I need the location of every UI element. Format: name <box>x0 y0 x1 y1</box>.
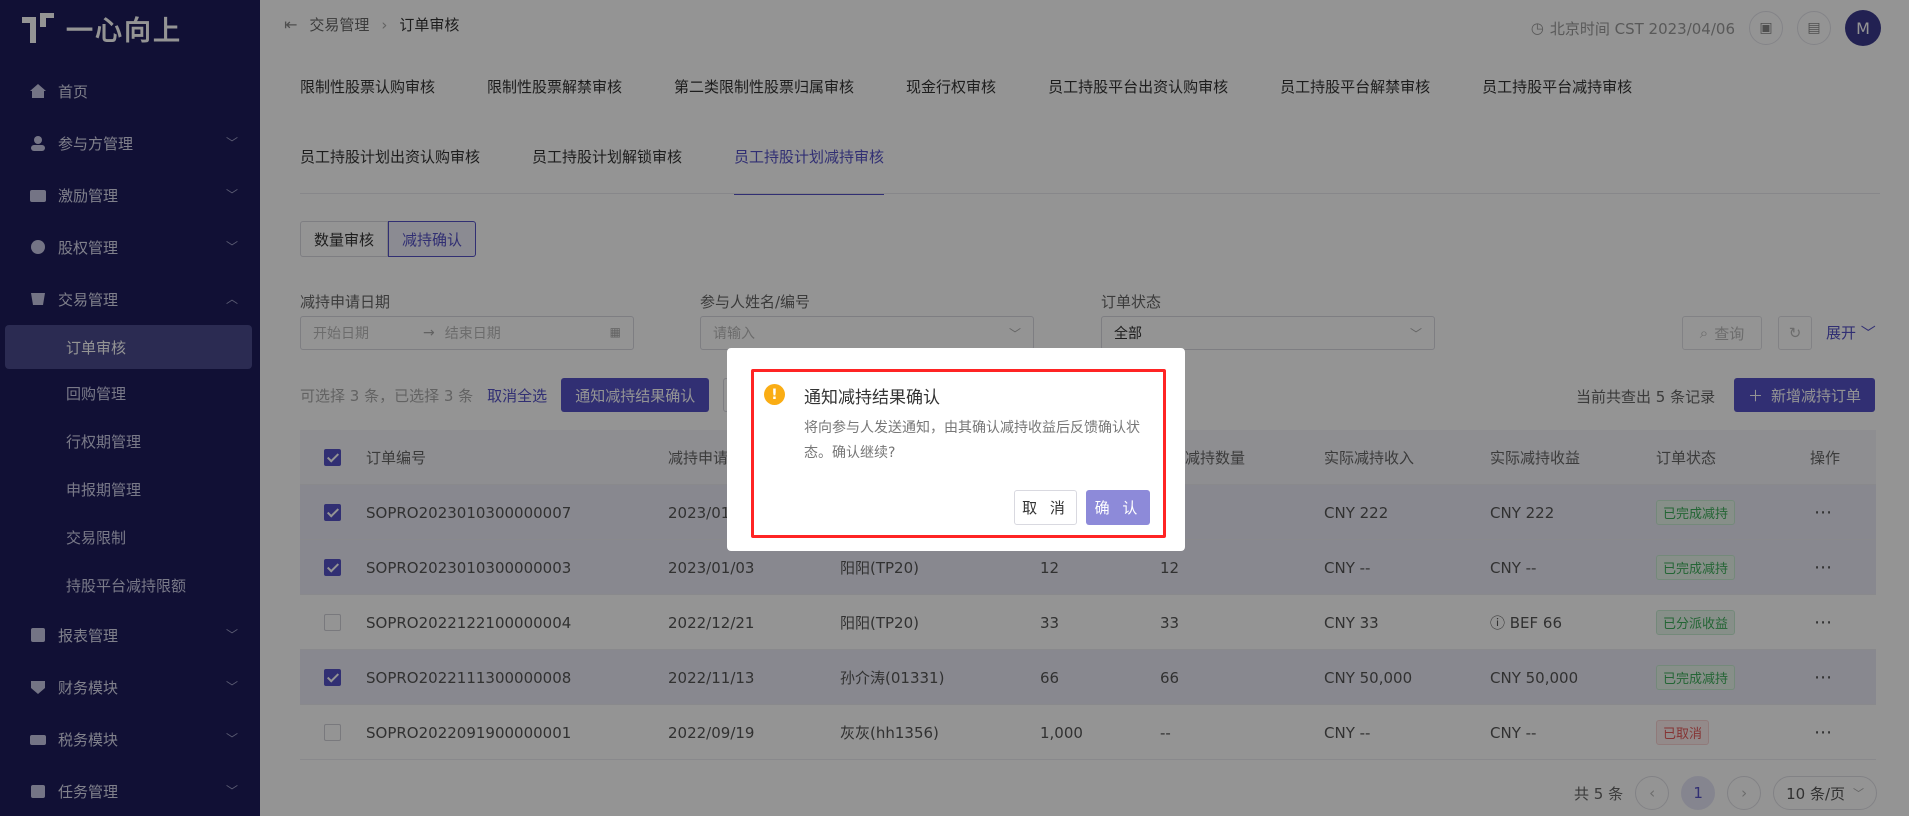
dialog-title: 通知减持结果确认 <box>804 388 940 408</box>
dialog-message: 将向参与人发送通知，由其确认减持收益后反馈确认状态。确认继续? <box>804 420 1140 461</box>
warning-icon: ! <box>764 384 785 405</box>
cancel-button[interactable]: 取 消 <box>1014 490 1077 525</box>
confirm-button[interactable]: 确 认 <box>1086 490 1150 525</box>
